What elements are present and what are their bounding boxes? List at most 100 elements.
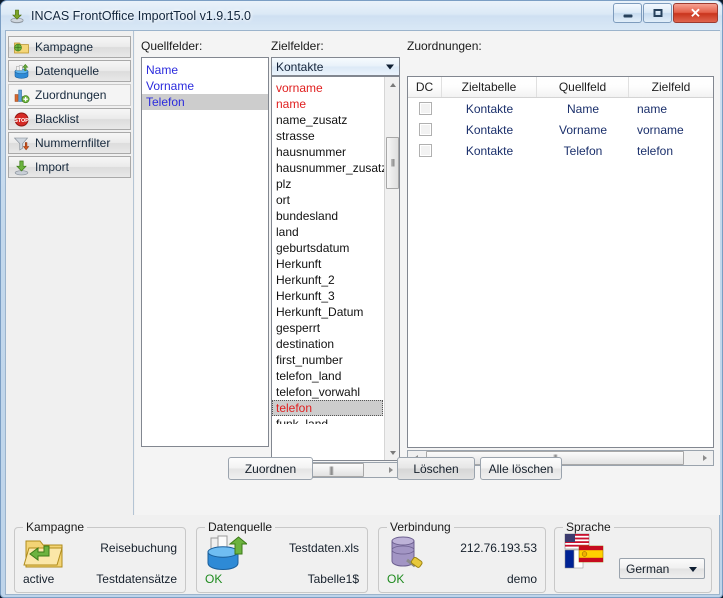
cell-zielfeld: name bbox=[637, 101, 668, 116]
list-item[interactable]: vorname bbox=[272, 80, 383, 96]
chart-add-icon bbox=[13, 87, 30, 104]
group-caption: Datenquelle bbox=[205, 520, 276, 534]
list-item[interactable]: destination bbox=[272, 336, 383, 352]
list-item[interactable]: funk_land bbox=[272, 416, 383, 424]
status-group-kampagne: Kampagne Reisebuchung active Testdatensä… bbox=[14, 520, 186, 593]
sidebar-item-label: Nummernfilter bbox=[35, 136, 111, 150]
cell-quellfeld: Name bbox=[566, 101, 599, 116]
status-group-sprache: Sprache German bbox=[554, 520, 712, 593]
minimize-button[interactable] bbox=[613, 3, 642, 23]
scroll-up-icon[interactable] bbox=[385, 77, 399, 92]
column-header-zielfeld[interactable]: Zielfeld bbox=[629, 77, 713, 97]
target-fields-list[interactable]: vorname name name_zusatz strasse hausnum… bbox=[271, 76, 400, 461]
list-item[interactable]: first_number bbox=[272, 352, 383, 368]
window-controls: ✕ bbox=[613, 3, 718, 23]
data-import-icon bbox=[205, 534, 249, 572]
column-header-zieltabelle[interactable]: Zieltabelle bbox=[442, 77, 537, 97]
list-item[interactable]: ort bbox=[272, 192, 383, 208]
delete-all-button[interactable]: Alle löschen bbox=[480, 457, 562, 480]
target-fields-label: Zielfelder: bbox=[271, 39, 324, 53]
dc-checkbox[interactable] bbox=[418, 144, 432, 157]
kampagne-name: Reisebuchung bbox=[100, 541, 177, 555]
row-checkbox-cell[interactable] bbox=[408, 123, 442, 136]
mappings-panel: Quellfelder: Zielfelder: Zuordnungen: Na… bbox=[135, 31, 720, 515]
list-item[interactable]: Herkunft bbox=[272, 256, 383, 272]
dc-checkbox[interactable] bbox=[418, 102, 432, 115]
datenquelle-detail: Tabelle1$ bbox=[307, 572, 359, 586]
group-caption: Kampagne bbox=[23, 520, 88, 534]
verbindung-state: OK bbox=[387, 572, 405, 586]
dc-checkbox[interactable] bbox=[418, 123, 432, 136]
chevron-down-icon bbox=[689, 567, 697, 572]
list-item[interactable]: strasse bbox=[272, 128, 383, 144]
list-item[interactable]: Herkunft_2 bbox=[272, 272, 383, 288]
datenquelle-file: Testdaten.xls bbox=[288, 541, 359, 555]
mappings-table[interactable]: DC Zieltabelle Quellfeld Zielfeld Kontak… bbox=[407, 76, 714, 448]
language-combo[interactable]: German bbox=[619, 558, 705, 579]
column-header-dc[interactable]: DC bbox=[408, 77, 442, 97]
list-item[interactable]: bundesland bbox=[272, 208, 383, 224]
target-table-value: Kontakte bbox=[276, 59, 324, 74]
row-checkbox-cell[interactable] bbox=[408, 144, 442, 157]
list-item[interactable]: plz bbox=[272, 176, 383, 192]
sidebar-item-zuordnungen[interactable]: Zuordnungen bbox=[8, 84, 131, 106]
cell-zielfeld: vorname bbox=[637, 122, 684, 137]
sidebar-navigation: Kampagne Datenquelle Zuordnungen STOP Bl… bbox=[6, 31, 134, 515]
list-item[interactable]: Vorname bbox=[142, 78, 268, 94]
list-item[interactable]: Herkunft_Datum bbox=[272, 304, 383, 320]
list-item[interactable]: Name bbox=[142, 62, 268, 78]
list-item[interactable]: hausnummer bbox=[272, 144, 383, 160]
maximize-button[interactable] bbox=[643, 3, 672, 23]
cell-zieltabelle: Kontakte bbox=[465, 122, 514, 137]
cell-quellfeld: Vorname bbox=[558, 122, 608, 137]
stop-sign-icon: STOP bbox=[13, 111, 30, 128]
column-header-quellfeld[interactable]: Quellfeld bbox=[537, 77, 629, 97]
scroll-right-icon[interactable] bbox=[697, 451, 713, 465]
assign-button[interactable]: Zuordnen bbox=[228, 457, 313, 480]
window-title: INCAS FrontOffice ImportTool v1.9.15.0 bbox=[31, 8, 252, 23]
status-group-verbindung: Verbindung 212.76.193.53 OK demo bbox=[378, 520, 546, 593]
list-item[interactable]: telefon bbox=[272, 400, 383, 416]
list-item[interactable]: Telefon bbox=[142, 94, 268, 110]
list-item[interactable]: gesperrt bbox=[272, 320, 383, 336]
verbindung-detail: demo bbox=[506, 572, 537, 586]
list-item[interactable]: telefon_land bbox=[272, 368, 383, 384]
sidebar-item-import[interactable]: Import bbox=[8, 156, 131, 178]
mappings-label: Zuordnungen: bbox=[407, 39, 482, 53]
row-checkbox-cell[interactable] bbox=[408, 102, 442, 115]
list-item[interactable]: telefon_vorwahl bbox=[272, 384, 383, 400]
status-bar: Kampagne Reisebuchung active Testdatensä… bbox=[6, 517, 719, 594]
table-row[interactable]: Kontakte Telefon telefon bbox=[408, 140, 713, 161]
sidebar-item-kampagne[interactable]: Kampagne bbox=[8, 36, 131, 58]
target-list-vertical-scrollbar[interactable]: ||| bbox=[384, 77, 399, 460]
delete-button[interactable]: Löschen bbox=[397, 457, 475, 480]
chevron-down-icon bbox=[386, 64, 394, 69]
close-button[interactable]: ✕ bbox=[673, 3, 718, 23]
sidebar-item-label: Datenquelle bbox=[35, 64, 100, 78]
datenquelle-state: OK bbox=[205, 572, 223, 586]
client-area: Kampagne Datenquelle Zuordnungen STOP Bl… bbox=[5, 30, 720, 595]
list-item[interactable]: geburtsdatum bbox=[272, 240, 383, 256]
folder-arrow-icon bbox=[23, 534, 65, 572]
sidebar-item-datenquelle[interactable]: Datenquelle bbox=[8, 60, 131, 82]
table-row[interactable]: Kontakte Name name bbox=[408, 98, 713, 119]
scrollbar-thumb[interactable]: ||| bbox=[386, 137, 399, 189]
cell-quellfeld: Telefon bbox=[563, 143, 603, 158]
list-item[interactable]: name bbox=[272, 96, 383, 112]
title-bar: INCAS FrontOffice ImportTool v1.9.15.0 ✕ bbox=[1, 1, 722, 30]
target-table-combo[interactable]: Kontakte bbox=[271, 57, 400, 76]
close-icon: ✕ bbox=[690, 5, 701, 21]
table-row[interactable]: Kontakte Vorname vorname bbox=[408, 119, 713, 140]
source-fields-list[interactable]: Name Vorname Telefon bbox=[141, 57, 269, 447]
sidebar-item-blacklist[interactable]: STOP Blacklist bbox=[8, 108, 131, 130]
data-import-icon bbox=[13, 63, 30, 80]
group-caption: Verbindung bbox=[387, 520, 454, 534]
import-tool-icon bbox=[9, 8, 25, 24]
sidebar-item-nummernfilter[interactable]: Nummernfilter bbox=[8, 132, 131, 154]
cell-zieltabelle: Kontakte bbox=[465, 101, 514, 116]
list-item[interactable]: name_zusatz bbox=[272, 112, 383, 128]
sidebar-item-label: Kampagne bbox=[35, 40, 94, 54]
list-item[interactable]: land bbox=[272, 224, 383, 240]
list-item[interactable]: Herkunft_3 bbox=[272, 288, 383, 304]
list-item[interactable]: hausnummer_zusatz bbox=[272, 160, 387, 176]
